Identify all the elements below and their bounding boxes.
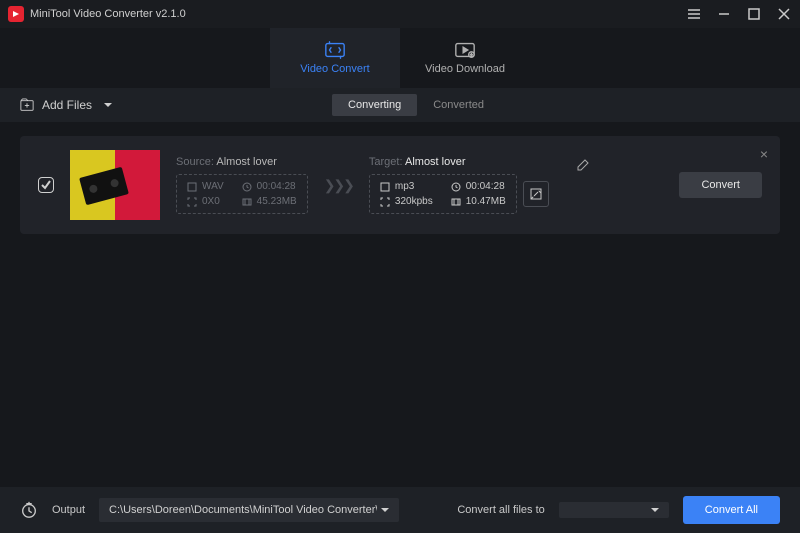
tab-video-download[interactable]: Video Download	[400, 28, 530, 88]
chevron-down-icon	[651, 508, 659, 512]
main-tabs: Video Convert Video Download	[0, 28, 800, 88]
subbar: Add Files Converting Converted	[0, 88, 800, 122]
status-tab-converted[interactable]: Converted	[417, 94, 500, 116]
timer-icon[interactable]	[20, 501, 38, 519]
maximize-button[interactable]	[746, 6, 762, 22]
output-label: Output	[52, 504, 85, 516]
tab-convert-label: Video Convert	[300, 63, 370, 75]
status-tab-converting[interactable]: Converting	[332, 94, 417, 116]
footer: Output C:\Users\Doreen\Documents\MiniToo…	[0, 487, 800, 533]
source-block: Source: Almost lover WAV 00:04:28 0X0	[176, 156, 308, 214]
target-size: 10.47MB	[451, 196, 506, 207]
source-duration: 00:04:28	[242, 181, 297, 192]
app-title: MiniTool Video Converter v2.1.0	[30, 8, 686, 20]
titlebar: MiniTool Video Converter v2.1.0	[0, 0, 800, 28]
minimize-button[interactable]	[716, 6, 732, 22]
close-button[interactable]	[776, 6, 792, 22]
target-settings-button[interactable]	[523, 181, 549, 207]
source-label: Source:	[176, 156, 214, 168]
target-filename: Almost lover	[405, 156, 466, 168]
target-block: Target: Almost lover mp3 00:04:28	[369, 156, 589, 214]
remove-item-button[interactable]: ×	[760, 146, 768, 162]
content-area: × Source: Almost lover WAV 00:04:28	[0, 122, 800, 487]
target-format: mp3	[380, 181, 433, 192]
target-info-box: mp3 00:04:28 320kpbs 10.47MB	[369, 174, 517, 214]
target-duration: 00:04:28	[451, 181, 506, 192]
target-format-select[interactable]	[559, 502, 669, 518]
convert-all-button[interactable]: Convert All	[683, 496, 780, 524]
item-checkbox[interactable]	[38, 177, 54, 193]
conversion-item: × Source: Almost lover WAV 00:04:28	[20, 136, 780, 234]
add-files-label: Add Files	[42, 98, 92, 112]
arrow-icon: ❯❯❯	[324, 177, 353, 194]
menu-icon[interactable]	[686, 6, 702, 22]
source-size: 45.23MB	[242, 196, 297, 207]
source-filename: Almost lover	[216, 156, 277, 168]
chevron-down-icon	[381, 508, 389, 512]
add-files-button[interactable]: Add Files	[20, 98, 112, 112]
app-logo-icon	[8, 6, 24, 22]
source-info-box: WAV 00:04:28 0X0 45.23MB	[176, 174, 308, 214]
chevron-down-icon	[104, 103, 112, 107]
item-thumbnail	[70, 150, 160, 220]
target-label: Target:	[369, 156, 403, 168]
tab-download-label: Video Download	[425, 63, 505, 75]
source-format: WAV	[187, 181, 224, 192]
output-path-select[interactable]: C:\Users\Doreen\Documents\MiniTool Video…	[99, 498, 399, 522]
edit-target-icon[interactable]	[577, 159, 589, 171]
target-bitrate: 320kpbs	[380, 196, 433, 207]
convert-all-to-label: Convert all files to	[457, 504, 544, 516]
tab-video-convert[interactable]: Video Convert	[270, 28, 400, 88]
convert-button[interactable]: Convert	[679, 172, 762, 198]
output-path-value: C:\Users\Doreen\Documents\MiniTool Video…	[109, 504, 377, 516]
source-resolution: 0X0	[187, 196, 224, 207]
status-tabs: Converting Converted	[332, 94, 500, 116]
